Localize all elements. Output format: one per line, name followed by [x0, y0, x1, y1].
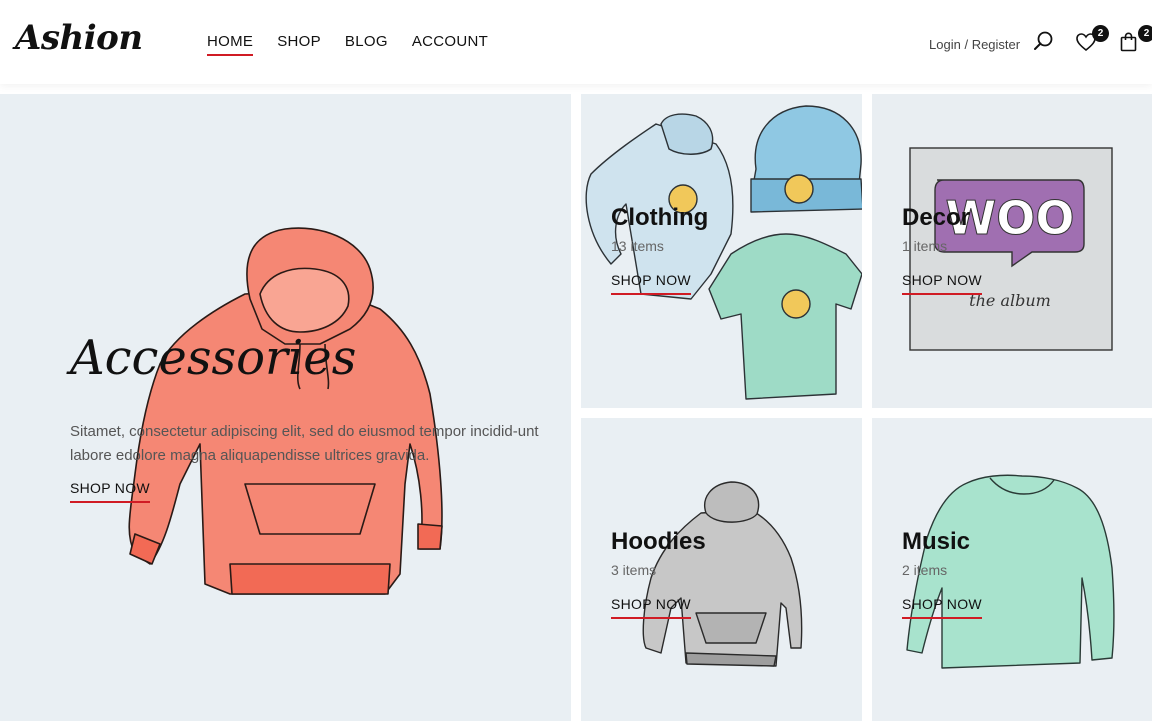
search-icon — [1034, 31, 1053, 50]
hero-title: Accessories — [70, 330, 357, 386]
search-button[interactable] — [1033, 30, 1057, 54]
category-tile-music[interactable]: Music 2 items SHOP NOW — [872, 418, 1152, 721]
decor-shop-now-link[interactable]: SHOP NOW — [902, 272, 982, 295]
category-tile-decor[interactable]: WOO the album Decor 1 items SHOP NOW — [872, 94, 1152, 408]
nav-shop[interactable]: SHOP — [277, 33, 321, 54]
category-title: Decor — [902, 204, 971, 231]
auth-separator: / — [964, 37, 969, 52]
category-title: Hoodies — [611, 528, 706, 555]
nav-account[interactable]: ACCOUNT — [412, 33, 488, 54]
login-link[interactable]: Login — [929, 37, 961, 52]
category-count: 2 items — [902, 562, 948, 578]
shopping-bag-icon — [1120, 32, 1137, 52]
site-header: Ashion HOME SHOP BLOG ACCOUNT Login / Re… — [0, 0, 1152, 84]
main-nav: HOME SHOP BLOG ACCOUNT — [207, 33, 512, 56]
nav-home[interactable]: HOME — [207, 33, 254, 56]
clothing-shop-now-link[interactable]: SHOP NOW — [611, 272, 691, 295]
wishlist-count-badge: 2 — [1092, 25, 1109, 42]
category-title: Music — [902, 528, 971, 555]
music-shop-now-link[interactable]: SHOP NOW — [902, 596, 982, 619]
nav-blog[interactable]: BLOG — [345, 33, 388, 54]
hero-shop-now-link[interactable]: SHOP NOW — [70, 480, 150, 503]
category-count: 3 items — [611, 562, 657, 578]
category-tile-hoodies[interactable]: Hoodies 3 items SHOP NOW — [581, 418, 862, 721]
site-logo[interactable]: Ashion — [15, 18, 143, 58]
category-tile-clothing[interactable]: Clothing 13 items SHOP NOW — [581, 94, 862, 408]
wishlist-button[interactable]: 2 — [1075, 25, 1109, 55]
register-link[interactable]: Register — [972, 37, 1020, 52]
orange-hoodie-image — [128, 227, 443, 595]
hoodies-shop-now-link[interactable]: SHOP NOW — [611, 596, 691, 619]
cart-count-badge: 2 — [1138, 25, 1152, 42]
cart-button[interactable]: 2 — [1118, 25, 1152, 55]
hero-description: Sitamet, consectetur adipiscing elit, se… — [70, 423, 539, 464]
hero-accessories-tile[interactable]: Accessories Sitamet, consectetur adipisc… — [0, 94, 571, 721]
category-title: Clothing — [611, 204, 709, 231]
auth-links: Login / Register — [929, 37, 1020, 52]
category-count: 1 items — [902, 238, 948, 254]
category-count: 13 items — [611, 238, 664, 254]
